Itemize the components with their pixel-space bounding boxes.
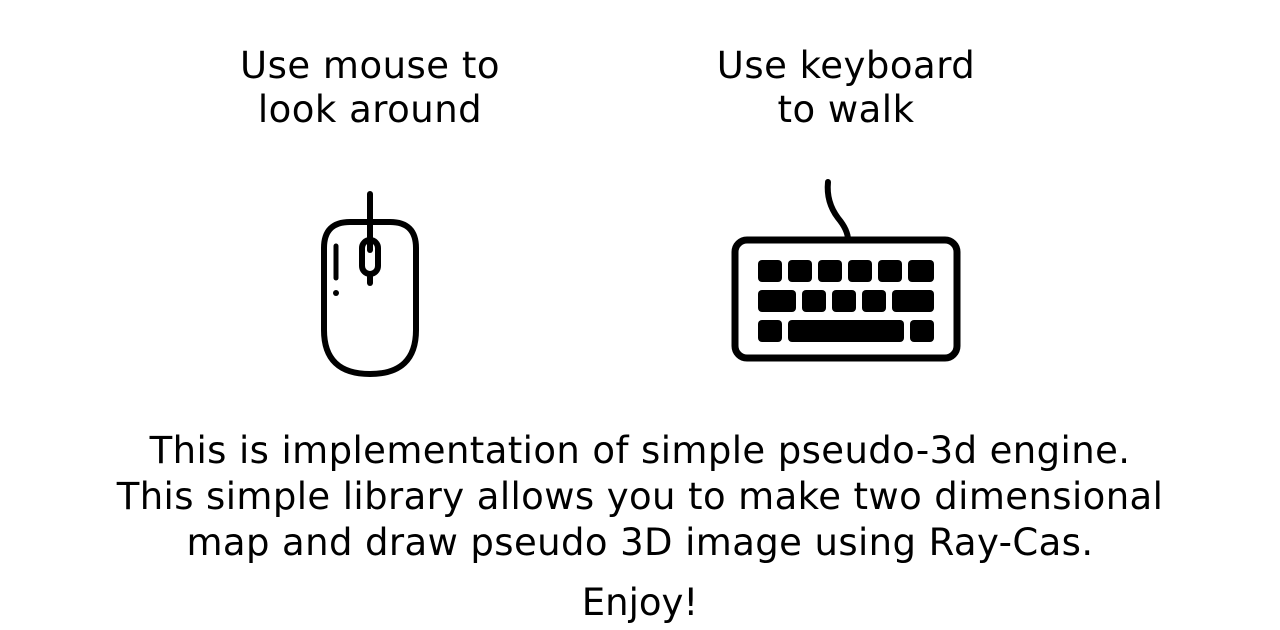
keyboard-icon xyxy=(730,178,962,364)
mouse-instruction-line-2: look around xyxy=(257,88,483,131)
page: Use mouse to look around Use keyboard to… xyxy=(0,0,1280,630)
mouse-instruction: Use mouse to look around xyxy=(210,44,530,132)
description: This is implementation of simple pseudo-… xyxy=(60,428,1220,566)
description-line-1: This is implementation of simple pseudo-… xyxy=(149,429,1131,472)
enjoy-text: Enjoy! xyxy=(581,581,699,624)
description-line-2: This simple library allows you to make t… xyxy=(116,475,1164,518)
keyboard-instruction-line-2: to walk xyxy=(777,88,915,131)
description-line-3: map and draw pseudo 3D image using Ray-C… xyxy=(186,521,1094,564)
keyboard-instruction: Use keyboard to walk xyxy=(686,44,1006,132)
mouse-instruction-line-1: Use mouse to xyxy=(240,44,500,87)
mouse-icon xyxy=(318,190,422,380)
keyboard-instruction-line-1: Use keyboard xyxy=(716,44,976,87)
